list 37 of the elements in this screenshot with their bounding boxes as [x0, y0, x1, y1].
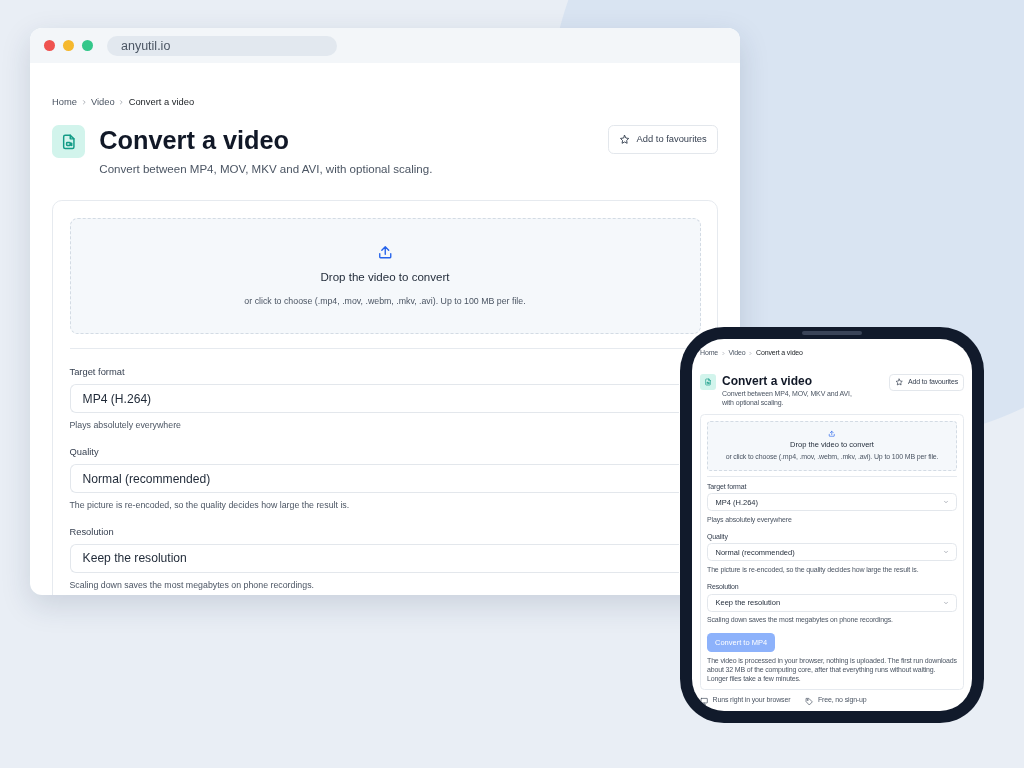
- chevron-icon: [80, 98, 88, 106]
- field-hint: Plays absolutely everywhere: [69, 418, 182, 432]
- minimize-button[interactable]: [63, 40, 74, 51]
- dropzone-title: Drop the video to convert: [320, 270, 450, 286]
- breadcrumb-link[interactable]: Home: [52, 94, 77, 109]
- chevron-icon: [748, 350, 754, 356]
- page-title: Convert a video: [722, 373, 814, 389]
- close-button[interactable]: [44, 40, 55, 51]
- upload-icon: [376, 243, 394, 261]
- drop-zone[interactable]: Drop the video to convert or click to choose (.mp4, .mov, .webm, .mkv, .avi). Up to 100 MB per file.: [69, 217, 701, 335]
- chevron-down-icon: [942, 599, 949, 606]
- page-subtitle: Convert between MP4, MOV, MKV and AVI, with optional scaling.: [99, 162, 434, 177]
- favourite-button[interactable]: Add to favourites: [607, 124, 718, 154]
- star-icon: [894, 377, 904, 387]
- breadcrumb-link[interactable]: Video: [90, 94, 115, 109]
- speaker: [802, 331, 862, 335]
- monitor-icon: [700, 696, 709, 705]
- select-field[interactable]: Normal (recommended): [69, 463, 679, 494]
- field-hint: The picture is re-encoded, so the quality decides how large the result is.: [69, 498, 351, 512]
- field-label: Resolution: [69, 526, 115, 540]
- upload-icon: [828, 429, 836, 438]
- chevron-icon: [720, 350, 726, 356]
- chevron-down-icon: [942, 549, 949, 556]
- chevron-down-icon: [942, 499, 949, 506]
- maximize-button[interactable]: [82, 40, 93, 51]
- field-label: Quality: [69, 446, 100, 460]
- field-hint: Scaling down saves the most megabytes on phone recordings.: [69, 578, 315, 592]
- page-title: Convert a video: [99, 124, 291, 156]
- dropzone-hint: or click to choose (.mp4, .mov, .webm, .mkv, .avi). Up to 100 MB per file.: [244, 295, 526, 309]
- field-label: Target format: [69, 366, 126, 380]
- select-field[interactable]: Keep the resolution: [69, 543, 679, 574]
- address-bar[interactable]: anyutil.io: [107, 35, 337, 56]
- select-field[interactable]: MP4 (H.264): [69, 383, 679, 414]
- star-icon: [618, 133, 631, 146]
- file-video-icon: [704, 377, 712, 386]
- chevron-icon: [118, 98, 125, 106]
- tag-icon: [805, 696, 814, 705]
